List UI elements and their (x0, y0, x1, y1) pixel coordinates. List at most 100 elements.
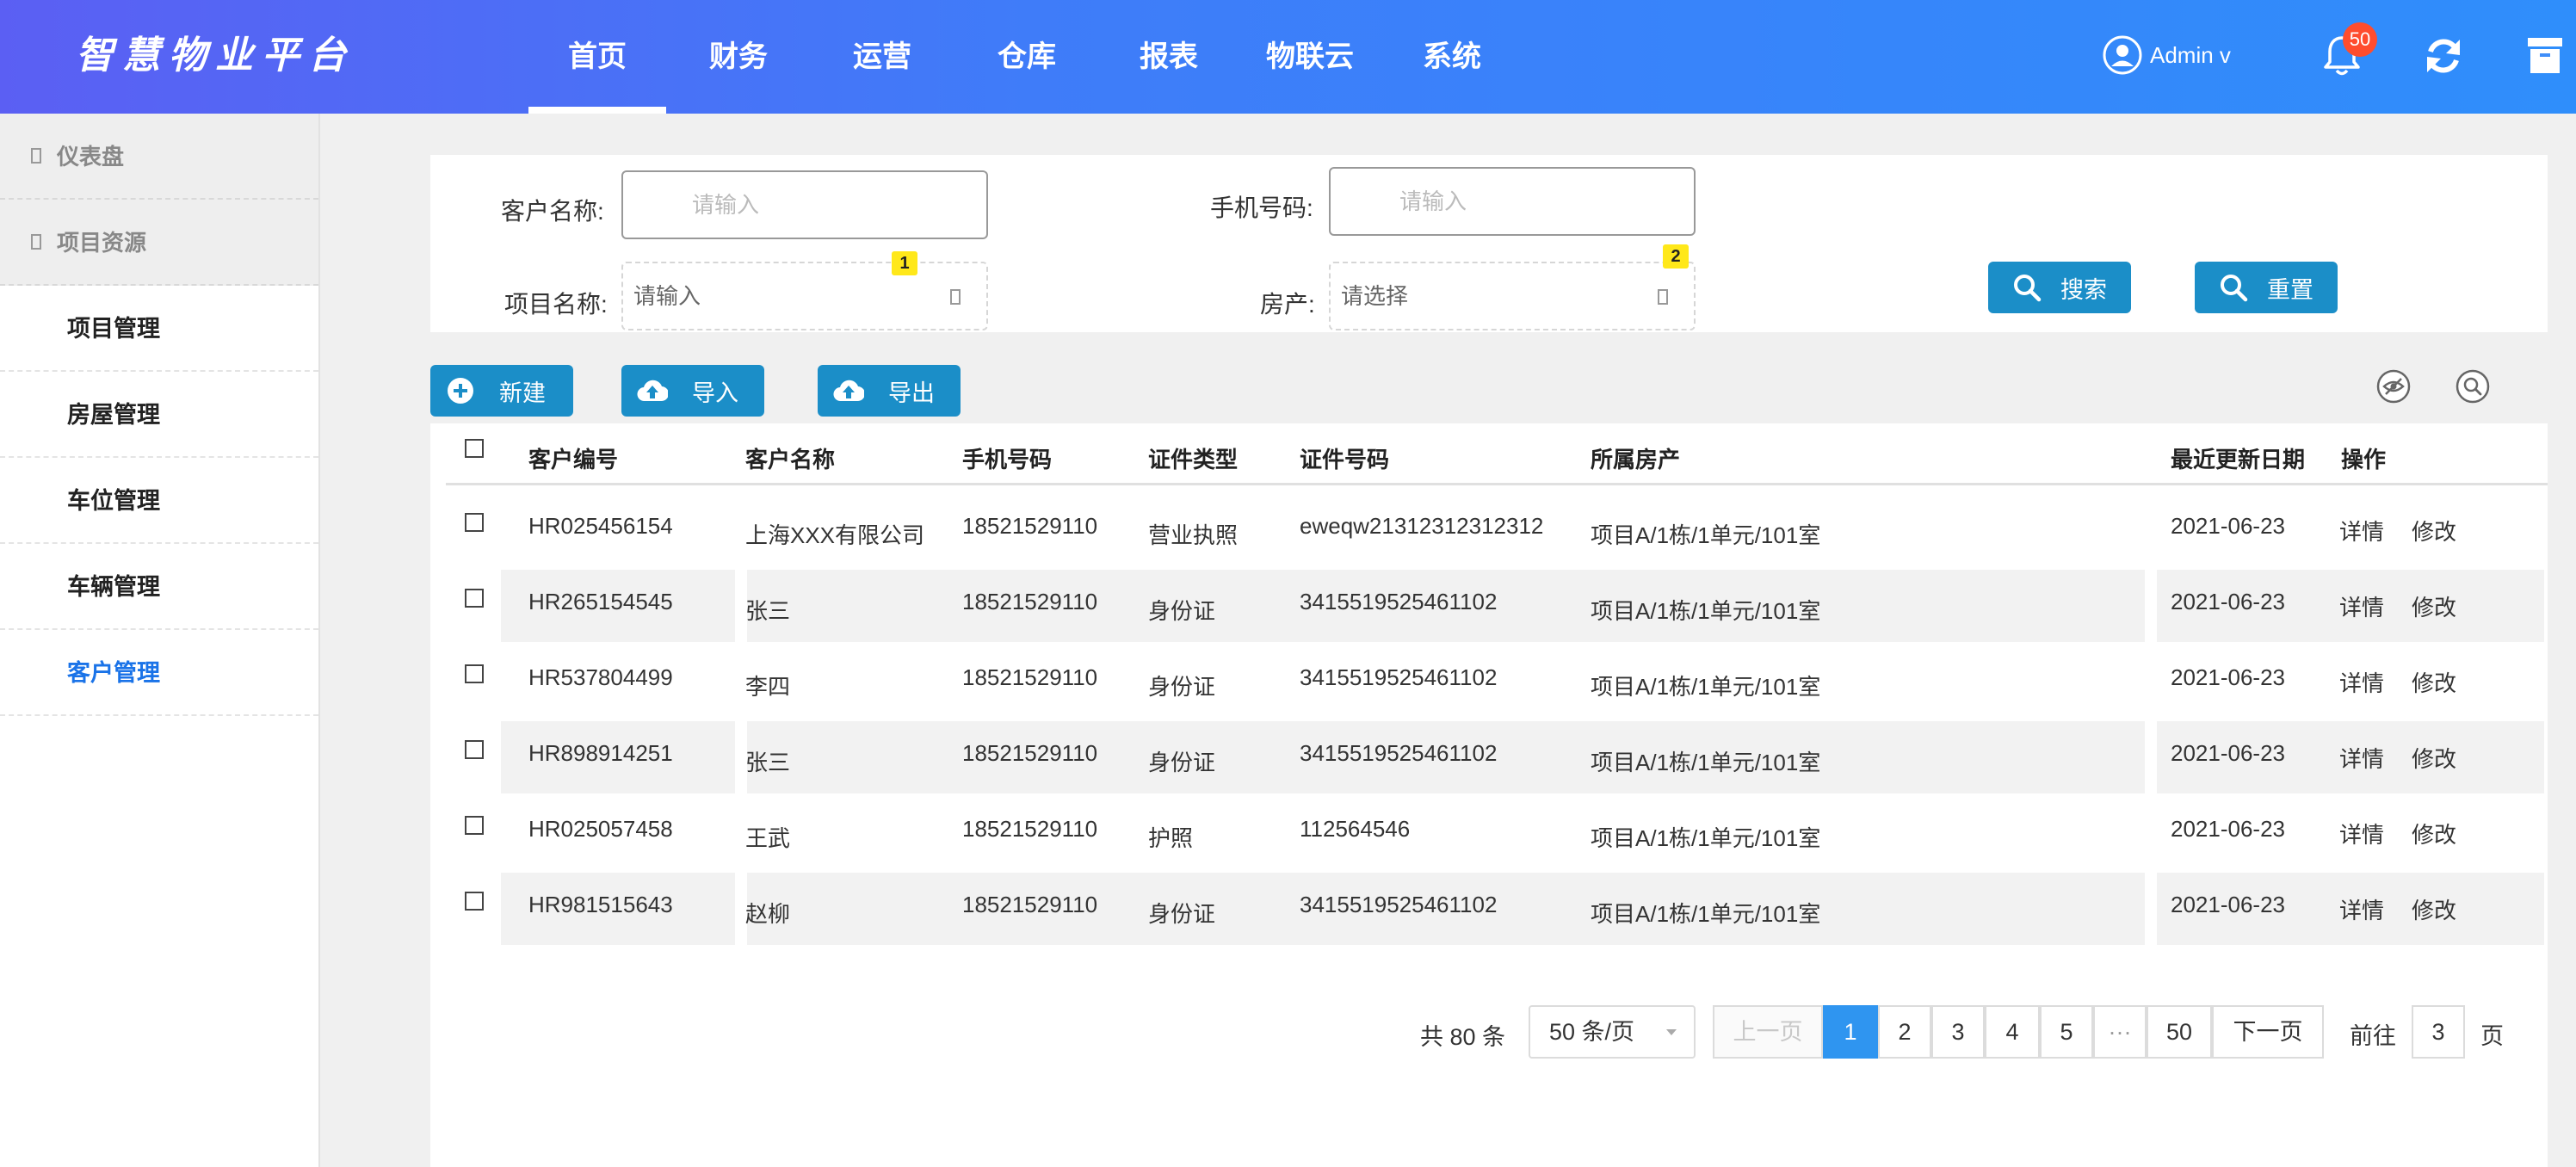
select-suffix-icon (1658, 289, 1668, 305)
goto-page-input[interactable]: 3 (2412, 1005, 2465, 1059)
property-select[interactable]: 请选择 (1329, 262, 1696, 330)
edit-link[interactable]: 修改 (2412, 666, 2456, 698)
cell-customer-name: 赵柳 (745, 901, 791, 927)
nav-warehouse[interactable]: 仓库 (954, 0, 1100, 114)
edit-link[interactable]: 修改 (2412, 818, 2456, 849)
customer-name-input[interactable]: 请输入 (621, 170, 988, 239)
nav-operations[interactable]: 运营 (811, 0, 954, 114)
sidebar-item-parking-management[interactable]: 车位管理 (0, 458, 318, 544)
row-checkbox[interactable] (465, 816, 484, 835)
cell-phone: 18521529110 (962, 513, 1098, 539)
page-3[interactable]: 3 (1931, 1005, 1985, 1059)
cell-doc-number: eweqw21312312312312 (1300, 513, 1544, 539)
sidebar-item-vehicle-management[interactable]: 车辆管理 (0, 544, 318, 630)
cell-doc-number: 3415519525461102 (1300, 740, 1498, 766)
search-button[interactable]: 搜索 (1988, 262, 2131, 313)
table-search-icon[interactable] (2455, 368, 2491, 404)
cell-property: 项目A/1栋/1单元/101室 (1591, 674, 1821, 700)
table-row: HR025057458 王武 18521529110 护照 112564546 项目A/1… (446, 797, 2548, 869)
page-1[interactable]: 1 (1823, 1005, 1878, 1059)
edit-link[interactable]: 修改 (2412, 893, 2456, 925)
select-all-checkbox[interactable] (465, 439, 484, 458)
property-placeholder: 请选择 (1341, 283, 1409, 309)
user-name: Admin v (2150, 41, 2231, 68)
detail-link[interactable]: 详情 (2339, 818, 2384, 849)
sidebar-group-project-resources[interactable]: 项目资源 (0, 200, 318, 286)
nav-iot-cloud[interactable]: 物联云 (1238, 0, 1382, 114)
nav-reports[interactable]: 报表 (1100, 0, 1238, 114)
cell-phone: 18521529110 (962, 892, 1098, 917)
page-last[interactable]: 50 (2147, 1005, 2212, 1059)
edit-link[interactable]: 修改 (2412, 590, 2456, 622)
column-visibility-icon[interactable] (2375, 368, 2412, 404)
row-checkbox[interactable] (465, 664, 484, 683)
column-header: 手机号码 (962, 447, 1053, 472)
detail-link[interactable]: 详情 (2339, 893, 2384, 925)
import-button[interactable]: 导入 (621, 365, 764, 417)
phone-label: 手机号码: (1210, 194, 1313, 221)
detail-link[interactable]: 详情 (2339, 742, 2384, 774)
main-nav: 首页 财务 运营 仓库 报表 物联云 系统 (528, 0, 1522, 114)
row-checkbox[interactable] (465, 589, 484, 608)
edit-link[interactable]: 修改 (2412, 515, 2456, 546)
app-logo: 智慧物业平台 (76, 34, 355, 77)
customer-name-label: 客户名称: (501, 198, 604, 225)
detail-link[interactable]: 详情 (2339, 590, 2384, 622)
row-checkbox[interactable] (465, 513, 484, 532)
reset-button[interactable]: 重置 (2195, 262, 2338, 313)
archive-icon[interactable] (2526, 34, 2564, 76)
cell-property: 项目A/1栋/1单元/101室 (1591, 825, 1821, 851)
export-button[interactable]: 导出 (818, 365, 961, 417)
pagination-total: 共 80 条 (1420, 1024, 1506, 1050)
row-checkbox[interactable] (465, 892, 484, 911)
cell-doc-type: 身份证 (1148, 598, 1216, 624)
cloud-upload-icon (833, 380, 864, 402)
detail-link[interactable]: 详情 (2339, 515, 2384, 546)
sidebar-item-project-management[interactable]: 项目管理 (0, 286, 318, 372)
cell-property: 项目A/1栋/1单元/101室 (1591, 901, 1821, 927)
table-row: HR537804499 李四 18521529110 身份证 3415519525461… (446, 645, 2548, 718)
sidebar-item-customer-management[interactable]: 客户管理 (0, 630, 318, 716)
cell-phone: 18521529110 (962, 816, 1098, 842)
edit-link[interactable]: 修改 (2412, 742, 2456, 774)
page-4[interactable]: 4 (1985, 1005, 2040, 1059)
table-row: HR025456154 上海XXX有限公司 18521529110 营业执照 eweqw… (446, 494, 2548, 566)
row-checkbox[interactable] (465, 740, 484, 759)
prev-page-button[interactable]: 上一页 (1713, 1005, 1823, 1059)
cell-customer-id: HR981515643 (528, 892, 673, 917)
page-size-select[interactable]: 50 条/页 (1529, 1005, 1696, 1059)
cell-doc-number: 3415519525461102 (1300, 892, 1498, 917)
column-header: 客户名称 (745, 447, 836, 472)
column-header: 客户编号 (528, 447, 619, 472)
refresh-icon[interactable] (2422, 33, 2465, 79)
cell-property: 项目A/1栋/1单元/101室 (1591, 750, 1821, 775)
row-background (2145, 873, 2157, 945)
page-5[interactable]: 5 (2040, 1005, 2093, 1059)
column-header: 证件类型 (1148, 447, 1239, 472)
column-header: 最近更新日期 (2171, 447, 2306, 472)
user-menu[interactable]: Admin v (2102, 34, 2231, 76)
next-page-button[interactable]: 下一页 (2212, 1005, 2324, 1059)
cell-customer-name: 李四 (745, 674, 791, 700)
page-ellipsis[interactable]: ··· (2093, 1005, 2147, 1059)
sidebar-item-house-management[interactable]: 房屋管理 (0, 372, 318, 458)
cell-updated-date: 2021-06-23 (2171, 816, 2285, 842)
cell-customer-name: 上海XXX有限公司 (745, 522, 925, 548)
nav-home[interactable]: 首页 (528, 0, 666, 114)
cell-doc-type: 身份证 (1148, 750, 1216, 775)
phone-input[interactable]: 请输入 (1329, 167, 1696, 236)
chevron-down-icon (1666, 1029, 1677, 1035)
cell-property: 项目A/1栋/1单元/101室 (1591, 522, 1821, 548)
cell-updated-date: 2021-06-23 (2171, 664, 2285, 690)
cell-doc-number: 3415519525461102 (1300, 589, 1498, 614)
detail-link[interactable]: 详情 (2339, 666, 2384, 698)
project-name-input[interactable]: 请输入 (621, 262, 988, 330)
nav-system[interactable]: 系统 (1382, 0, 1522, 114)
cell-doc-type: 身份证 (1148, 674, 1216, 700)
cell-phone: 18521529110 (962, 740, 1098, 766)
new-button[interactable]: 新建 (430, 365, 573, 417)
page-2[interactable]: 2 (1878, 1005, 1931, 1059)
cell-phone: 18521529110 (962, 664, 1098, 690)
sidebar-group-dashboard[interactable]: 仪表盘 (0, 114, 318, 200)
nav-finance[interactable]: 财务 (666, 0, 811, 114)
